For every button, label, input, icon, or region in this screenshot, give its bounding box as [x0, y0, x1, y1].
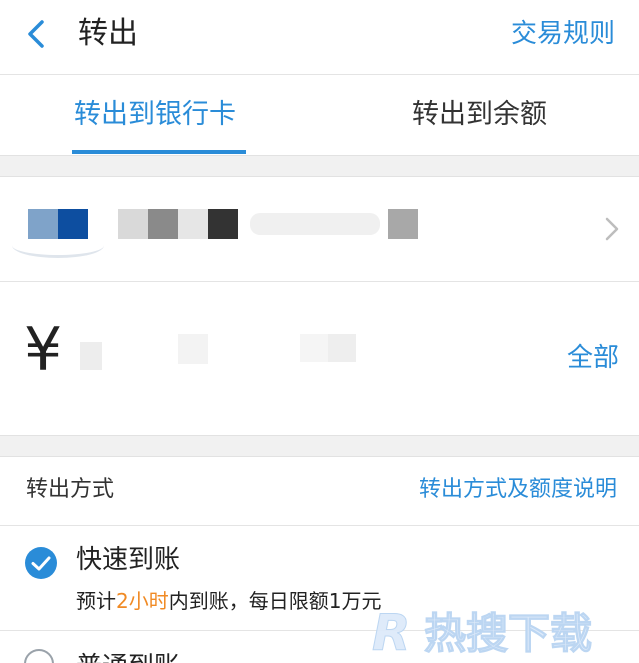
fast-arrival-description: 预计2小时内到账，每日限额1万元	[76, 586, 381, 616]
page-title: 转出	[78, 16, 138, 51]
card-info-masked	[118, 209, 148, 239]
active-tab-indicator	[72, 150, 246, 154]
section-divider	[0, 155, 639, 177]
svg-text:热搜下载: 热搜下载	[424, 609, 592, 658]
card-info-masked	[178, 209, 208, 239]
radio-unchecked-icon	[24, 649, 54, 663]
section-divider	[0, 435, 639, 457]
tab-to-balance[interactable]: 转出到余额	[412, 95, 547, 135]
card-info-masked	[250, 213, 380, 235]
bank-logo-arc	[12, 233, 104, 258]
desc-prefix: 预计	[76, 589, 116, 613]
card-info-masked	[208, 209, 238, 239]
nav-header: 转出 交易规则	[0, 0, 639, 75]
transfer-method-header: 转出方式 转出方式及额度说明	[0, 457, 639, 526]
svg-text:R: R	[372, 604, 411, 660]
withdraw-all-button[interactable]: 全部	[567, 340, 619, 376]
method-limit-info-link[interactable]: 转出方式及额度说明	[419, 473, 617, 507]
tab-bar: 转出到银行卡 转出到余额	[0, 75, 639, 155]
normal-arrival-label: 普通到账	[76, 647, 180, 663]
check-circle-icon	[25, 547, 57, 579]
desc-suffix: 内到账，每日限额1万元	[168, 589, 382, 613]
fast-arrival-label: 快速到账	[76, 545, 181, 575]
transaction-rules-link[interactable]: 交易规则	[511, 16, 615, 52]
tab-to-bank-card[interactable]: 转出到银行卡	[74, 95, 236, 135]
bank-card-selector[interactable]	[0, 177, 639, 282]
watermark-logo: R 热搜下载	[372, 604, 593, 661]
chevron-right-icon	[605, 217, 619, 241]
placeholder-masked	[300, 334, 328, 362]
amount-section: ¥ 全部	[0, 282, 639, 434]
card-info-masked	[148, 209, 178, 239]
placeholder-masked	[80, 342, 102, 370]
transfer-method-title: 转出方式	[26, 477, 115, 502]
currency-symbol: ¥	[24, 315, 63, 385]
placeholder-masked	[178, 334, 208, 364]
placeholder-masked	[328, 334, 356, 362]
card-info-masked	[388, 209, 418, 239]
desc-highlight-time: 2小时	[116, 589, 169, 613]
chevron-left-icon[interactable]	[20, 16, 56, 52]
